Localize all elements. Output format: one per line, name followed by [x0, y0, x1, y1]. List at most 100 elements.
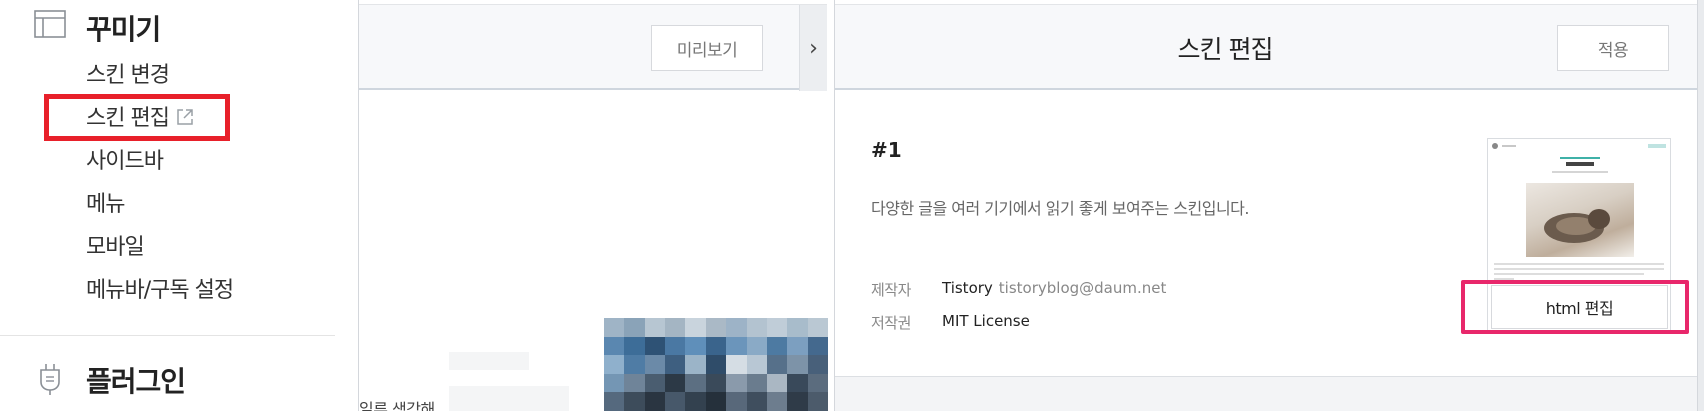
plug-icon [40, 364, 60, 395]
thumbnail-badge [1648, 144, 1666, 148]
author-email: tistoryblog@daum.net [998, 279, 1167, 297]
mosaic-block [807, 336, 828, 356]
preview-header: 미리보기 › [359, 4, 827, 91]
license-value: MIT License [942, 312, 1030, 330]
mosaic-block [746, 318, 767, 337]
mosaic-block [665, 373, 686, 393]
mosaic-block [746, 336, 767, 356]
mosaic-block [624, 373, 645, 393]
sidebar: 꾸미기 스킨 변경 스킨 편집 사이드바 메뉴 모바일 메뉴바/구독 설정 플러… [0, 0, 335, 411]
thumbnail-header [1492, 143, 1668, 149]
skin-edit-panel: 스킨 편집 적용 #1 다양한 글을 여러 기기에서 읽기 좋게 보여주는 스킨… [834, 0, 1704, 411]
vertical-scrollbar[interactable] [1697, 0, 1704, 411]
thumbnail-line [1560, 157, 1600, 159]
mosaic-block [726, 336, 747, 356]
mosaic-block [624, 355, 645, 374]
mosaic-block [746, 373, 767, 393]
collapse-panel-button[interactable]: › [799, 5, 827, 91]
preview-button[interactable]: 미리보기 [651, 25, 763, 71]
author-name: Tistory [942, 279, 993, 297]
mosaic-block [644, 355, 666, 374]
sidebar-item-menu[interactable]: 메뉴 [86, 186, 125, 218]
mosaic-block [807, 318, 828, 337]
mosaic-block [685, 318, 706, 337]
mosaic-block [644, 318, 666, 337]
mosaic-block [624, 336, 645, 356]
mosaic-block [726, 318, 747, 337]
mosaic-block [766, 373, 788, 393]
thumbnail-line [1494, 273, 1644, 275]
skin-number: #1 [871, 138, 902, 162]
mosaic-block [726, 355, 747, 374]
mosaic-block [624, 318, 645, 337]
section-title-decorate: 꾸미기 [86, 13, 161, 46]
apply-button[interactable]: 적용 [1557, 25, 1669, 71]
mosaic-block [807, 355, 828, 374]
mosaic-block [604, 392, 625, 411]
mosaic-block [665, 355, 686, 374]
mosaic-block [787, 336, 808, 356]
annotation-highlight-html-edit [1461, 280, 1689, 334]
thumbnail-avatar [1492, 143, 1498, 149]
page-title: 스킨 편집 [1177, 35, 1274, 64]
preview-panel: 미리보기 › 일류 생각해 [358, 0, 828, 411]
pixelated-preview-image [604, 318, 828, 411]
thumbnail-line [1566, 162, 1594, 166]
mosaic-block [685, 392, 706, 411]
skin-edit-header: 스킨 편집 적용 [835, 4, 1704, 90]
mosaic-block [685, 336, 706, 356]
section-title-plugin[interactable]: 플러그인 [86, 360, 186, 400]
mosaic-block [807, 392, 828, 411]
mosaic-block [604, 336, 625, 356]
author-label: 제작자 [871, 281, 911, 299]
skin-edit-footer [835, 376, 1697, 411]
mosaic-block [624, 392, 645, 411]
mosaic-block [604, 318, 625, 337]
layout-icon [34, 10, 66, 38]
mosaic-block [746, 355, 767, 374]
sidebar-item-sidebar[interactable]: 사이드바 [86, 143, 164, 175]
sidebar-item-skin-change[interactable]: 스킨 변경 [86, 57, 170, 89]
blurred-content [449, 386, 569, 411]
mosaic-block [705, 392, 727, 411]
mosaic-block [746, 392, 767, 411]
mosaic-block [787, 355, 808, 374]
author-value: Tistory tistoryblog@daum.net [942, 279, 1166, 297]
thumbnail-line [1502, 145, 1516, 147]
mosaic-block [787, 318, 808, 337]
thumbnail-cat-photo [1526, 183, 1634, 257]
sidebar-divider [0, 335, 335, 336]
mosaic-block [705, 355, 727, 374]
mosaic-block [665, 318, 686, 337]
mosaic-block [766, 392, 788, 411]
cat-shape [1588, 209, 1610, 229]
mosaic-block [787, 373, 808, 393]
mosaic-block [644, 392, 666, 411]
sidebar-item-mobile[interactable]: 모바일 [86, 229, 145, 261]
sidebar-item-menubar-subscribe[interactable]: 메뉴바/구독 설정 [86, 272, 234, 304]
mosaic-block [766, 355, 788, 374]
mosaic-block [685, 355, 706, 374]
mosaic-block [766, 336, 788, 356]
mosaic-block [644, 373, 666, 393]
thumbnail-line [1494, 268, 1664, 270]
mosaic-block [705, 336, 727, 356]
chevron-right-icon: › [809, 35, 818, 61]
skin-description: 다양한 글을 여러 기기에서 읽기 좋게 보여주는 스킨입니다. [871, 199, 1249, 218]
mosaic-block [604, 355, 625, 374]
mosaic-block [807, 373, 828, 393]
mosaic-block [787, 392, 808, 411]
thumbnail-line [1494, 263, 1664, 265]
mosaic-block [685, 373, 706, 393]
mosaic-block [644, 336, 666, 356]
license-label: 저작권 [871, 314, 911, 332]
mosaic-block [726, 392, 747, 411]
blurred-content [449, 352, 529, 370]
mosaic-block [665, 336, 686, 356]
mosaic-block [705, 373, 727, 393]
mosaic-block [766, 318, 788, 337]
thumbnail-line [1552, 171, 1608, 173]
annotation-highlight-skin-edit [44, 94, 230, 141]
mosaic-block [705, 318, 727, 337]
preview-content-text: 일류 생각해 [359, 400, 435, 411]
